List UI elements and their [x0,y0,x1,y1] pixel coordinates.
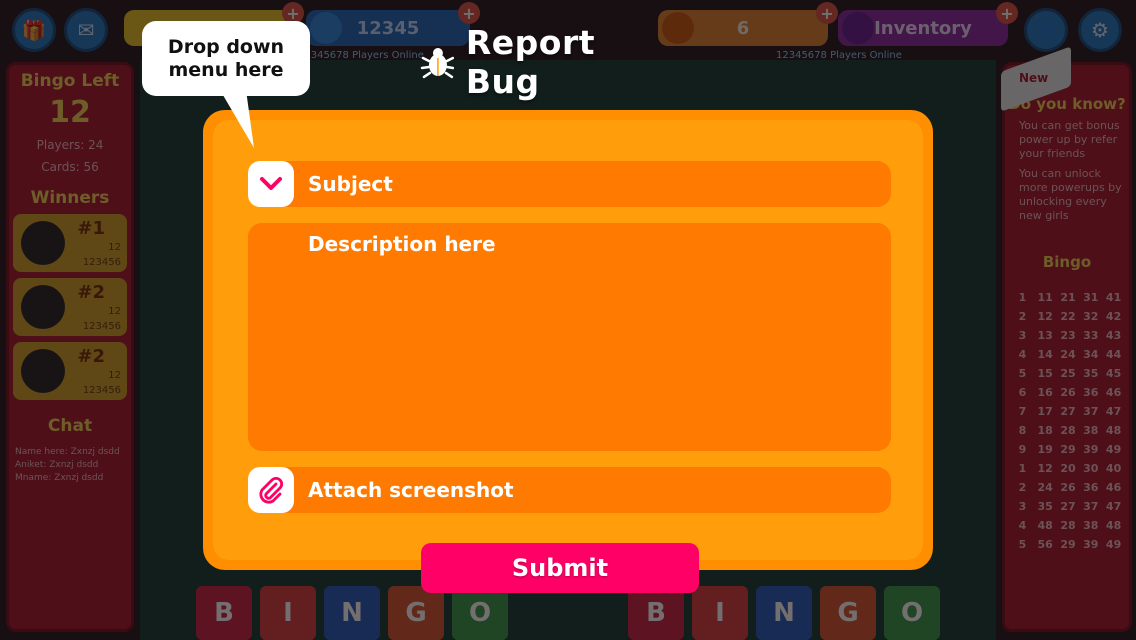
speech-bubble: Drop down menu here [142,21,310,96]
paperclip-icon [259,476,284,504]
description-placeholder: Description here [308,232,496,256]
attach-screenshot-button[interactable]: Attach screenshot [248,467,891,513]
attach-icon-box[interactable] [248,467,294,513]
attach-label: Attach screenshot [308,478,514,502]
description-textarea[interactable]: Description here [248,223,891,451]
subject-dropdown-toggle[interactable] [248,161,294,207]
subject-dropdown[interactable]: Subject [248,161,891,207]
modal-title: Report Bug [465,23,596,101]
subject-label: Subject [308,172,393,196]
bug-icon [420,48,454,79]
submit-button[interactable]: Submit [421,543,699,593]
modal-header: Report Bug [420,23,680,101]
speech-bubble-text: Drop down menu here [167,35,285,81]
speech-bubble-tail [220,90,254,148]
chevron-down-icon [260,177,282,190]
